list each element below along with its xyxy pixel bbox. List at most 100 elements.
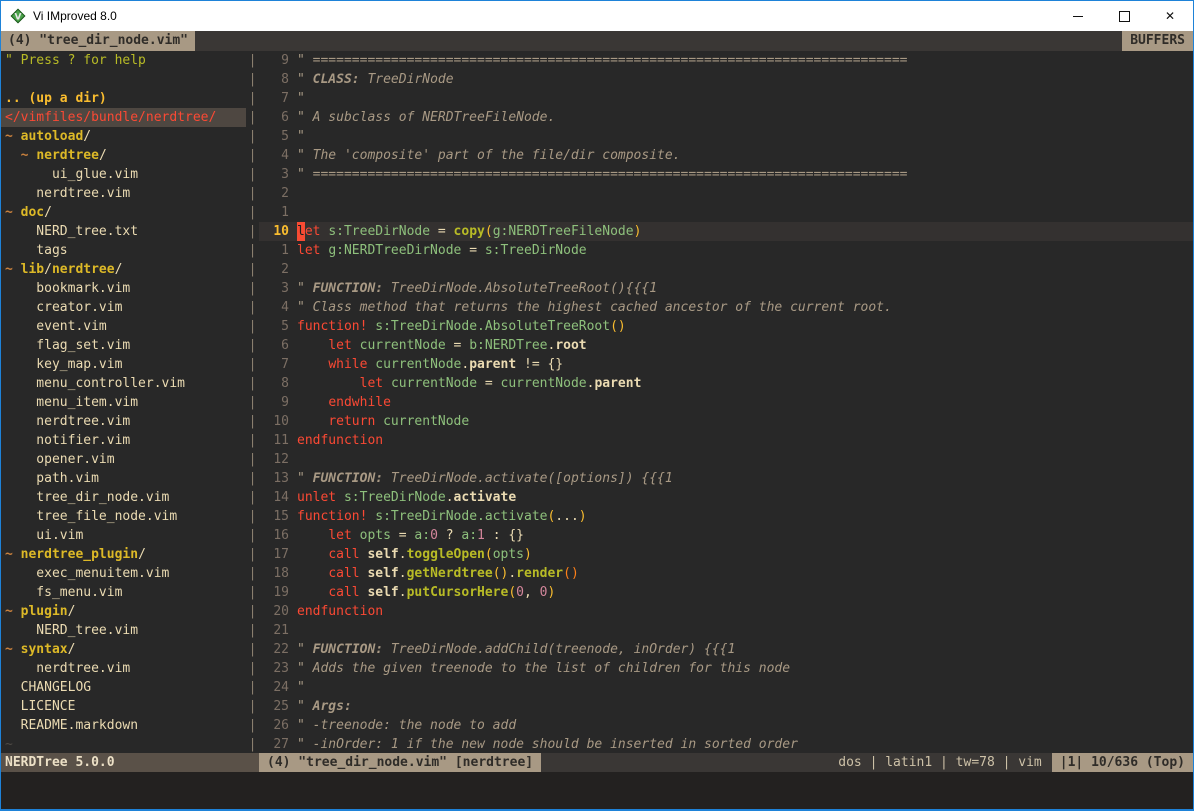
tree-item[interactable]: path.vim (1, 469, 246, 488)
tree-item[interactable]: menu_item.vim (1, 393, 246, 412)
tree-item[interactable]: event.vim (1, 317, 246, 336)
line-number: 11 (259, 431, 289, 450)
tree-item[interactable]: tags (1, 241, 246, 260)
tree-item[interactable]: LICENCE (1, 697, 246, 716)
code-line[interactable]: 14unlet s:TreeDirNode.activate (259, 488, 1193, 507)
tree-item[interactable]: nerdtree.vim (1, 659, 246, 678)
code-line[interactable]: 18 call self.getNerdtree().render() (259, 564, 1193, 583)
tree-item[interactable]: NERD_tree.vim (1, 621, 246, 640)
code-line[interactable]: 16 let opts = a:0 ? a:1 : {} (259, 526, 1193, 545)
code-line[interactable]: 8" CLASS: TreeDirNode (259, 70, 1193, 89)
code-line[interactable]: 20endfunction (259, 602, 1193, 621)
code-line[interactable]: 15function! s:TreeDirNode.activate(...) (259, 507, 1193, 526)
code-line[interactable]: 22" FUNCTION: TreeDirNode.addChild(treen… (259, 640, 1193, 659)
tree-item[interactable]: ~ nerdtree/ (1, 146, 246, 165)
line-number: 4 (259, 146, 289, 165)
tree-item[interactable]: CHANGELOG (1, 678, 246, 697)
code-line[interactable]: 1 (259, 203, 1193, 222)
code-line[interactable]: 21 (259, 621, 1193, 640)
code-line[interactable]: 4" Class method that returns the highest… (259, 298, 1193, 317)
code-line-current[interactable]: 10let s:TreeDirNode = copy(g:NERDTreeFil… (259, 222, 1193, 241)
code-line[interactable]: 7" (259, 89, 1193, 108)
code-line[interactable]: 7 while currentNode.parent != {} (259, 355, 1193, 374)
tree-item[interactable]: tree_dir_node.vim (1, 488, 246, 507)
tree-item[interactable]: opener.vim (1, 450, 246, 469)
code-line[interactable]: 9 endwhile (259, 393, 1193, 412)
tree-item[interactable]: ~ autoload/ (1, 127, 246, 146)
code-line[interactable]: 10 return currentNode (259, 412, 1193, 431)
tree-item[interactable]: ui_glue.vim (1, 165, 246, 184)
tree-item[interactable]: ~ doc/ (1, 203, 246, 222)
code-line[interactable]: 19 call self.putCursorHere(0, 0) (259, 583, 1193, 602)
line-number: 2 (259, 260, 289, 279)
line-number: 3 (259, 279, 289, 298)
code-line[interactable]: 11endfunction (259, 431, 1193, 450)
tree-item[interactable]: " Press ? for help (1, 51, 246, 70)
tree-item[interactable]: exec_menuitem.vim (1, 564, 246, 583)
tree-item[interactable]: flag_set.vim (1, 336, 246, 355)
tree-root-item[interactable]: </vimfiles/bundle/nerdtree/ (1, 108, 246, 127)
code-line[interactable]: 17 call self.toggleOpen(opts) (259, 545, 1193, 564)
line-number: 17 (259, 545, 289, 564)
code-line[interactable]: 3" FUNCTION: TreeDirNode.AbsoluteTreeRoo… (259, 279, 1193, 298)
titlebar: V Vi IMproved 8.0 ✕ (1, 1, 1193, 31)
code-line[interactable]: 24" (259, 678, 1193, 697)
tree-item[interactable]: ~ lib/nerdtree/ (1, 260, 246, 279)
code-line[interactable]: 25" Args: (259, 697, 1193, 716)
tree-item[interactable]: .. (up a dir) (1, 89, 246, 108)
code-line[interactable]: 1let g:NERDTreeDirNode = s:TreeDirNode (259, 241, 1193, 260)
tree-item[interactable]: ui.vim (1, 526, 246, 545)
close-button[interactable]: ✕ (1147, 1, 1193, 31)
nerdtree-panel: " Press ? for help .. (up a dir)</vimfile… (1, 51, 246, 753)
code-line[interactable]: 6 let currentNode = b:NERDTree.root (259, 336, 1193, 355)
code-line[interactable]: 26" -treenode: the node to add (259, 716, 1193, 735)
statusline-filename: (4) "tree_dir_node.vim" [nerdtree] (259, 753, 541, 772)
code-line[interactable]: 2 (259, 260, 1193, 279)
code-line[interactable]: 13" FUNCTION: TreeDirNode.activate([opti… (259, 469, 1193, 488)
tree-item[interactable]: fs_menu.vim (1, 583, 246, 602)
code-line[interactable]: 4" The 'composite' part of the file/dir … (259, 146, 1193, 165)
code-line[interactable]: 8 let currentNode = currentNode.parent (259, 374, 1193, 393)
tree-item[interactable]: ~ plugin/ (1, 602, 246, 621)
code-line[interactable]: 23" Adds the given treenode to the list … (259, 659, 1193, 678)
nerdtree-statusline: NERDTree 5.0.0 (1, 753, 259, 772)
minimize-button[interactable] (1055, 1, 1101, 31)
tree-item[interactable]: nerdtree.vim (1, 184, 246, 203)
vim-logo-icon: V (9, 7, 27, 25)
tree-item[interactable]: NERD_tree.txt (1, 222, 246, 241)
line-number: 10 (259, 412, 289, 431)
tab-tree-dir-node[interactable]: (4) "tree_dir_node.vim" (1, 31, 195, 51)
code-line[interactable]: 5function! s:TreeDirNode.AbsoluteTreeRoo… (259, 317, 1193, 336)
maximize-button[interactable] (1101, 1, 1147, 31)
code-line[interactable]: 2 (259, 184, 1193, 203)
line-number: 6 (259, 108, 289, 127)
tree-item[interactable]: README.markdown (1, 716, 246, 735)
tree-item[interactable]: key_map.vim (1, 355, 246, 374)
code-line[interactable]: 3" =====================================… (259, 165, 1193, 184)
line-number: 25 (259, 697, 289, 716)
code-line[interactable]: 12 (259, 450, 1193, 469)
buffers-label[interactable]: BUFFERS (1122, 31, 1193, 51)
close-icon: ✕ (1165, 7, 1175, 26)
tree-item[interactable]: notifier.vim (1, 431, 246, 450)
tree-item[interactable]: ~ syntax/ (1, 640, 246, 659)
line-number: 1 (259, 203, 289, 222)
tree-item[interactable]: nerdtree.vim (1, 412, 246, 431)
tree-item[interactable]: ~ nerdtree_plugin/ (1, 545, 246, 564)
tree-item[interactable]: menu_controller.vim (1, 374, 246, 393)
line-number: 24 (259, 678, 289, 697)
tree-item[interactable]: tree_file_node.vim (1, 507, 246, 526)
tree-item[interactable]: creator.vim (1, 298, 246, 317)
tree-item[interactable]: bookmark.vim (1, 279, 246, 298)
tree-item[interactable] (1, 70, 246, 89)
code-line[interactable]: 27" -inOrder: 1 if the new node should b… (259, 735, 1193, 753)
vertical-split-separator[interactable]: | | | | | | | | | | | | | | | | | | | | … (246, 51, 259, 753)
tree-item[interactable]: ~ (1, 735, 246, 753)
code-line[interactable]: 5" (259, 127, 1193, 146)
line-number: 19 (259, 583, 289, 602)
window-title: Vi IMproved 8.0 (33, 7, 117, 26)
command-line[interactable] (1, 772, 1193, 809)
statusline: NERDTree 5.0.0 (4) "tree_dir_node.vim" [… (1, 753, 1193, 772)
code-line[interactable]: 9" =====================================… (259, 51, 1193, 70)
code-line[interactable]: 6" A subclass of NERDTreeFileNode. (259, 108, 1193, 127)
